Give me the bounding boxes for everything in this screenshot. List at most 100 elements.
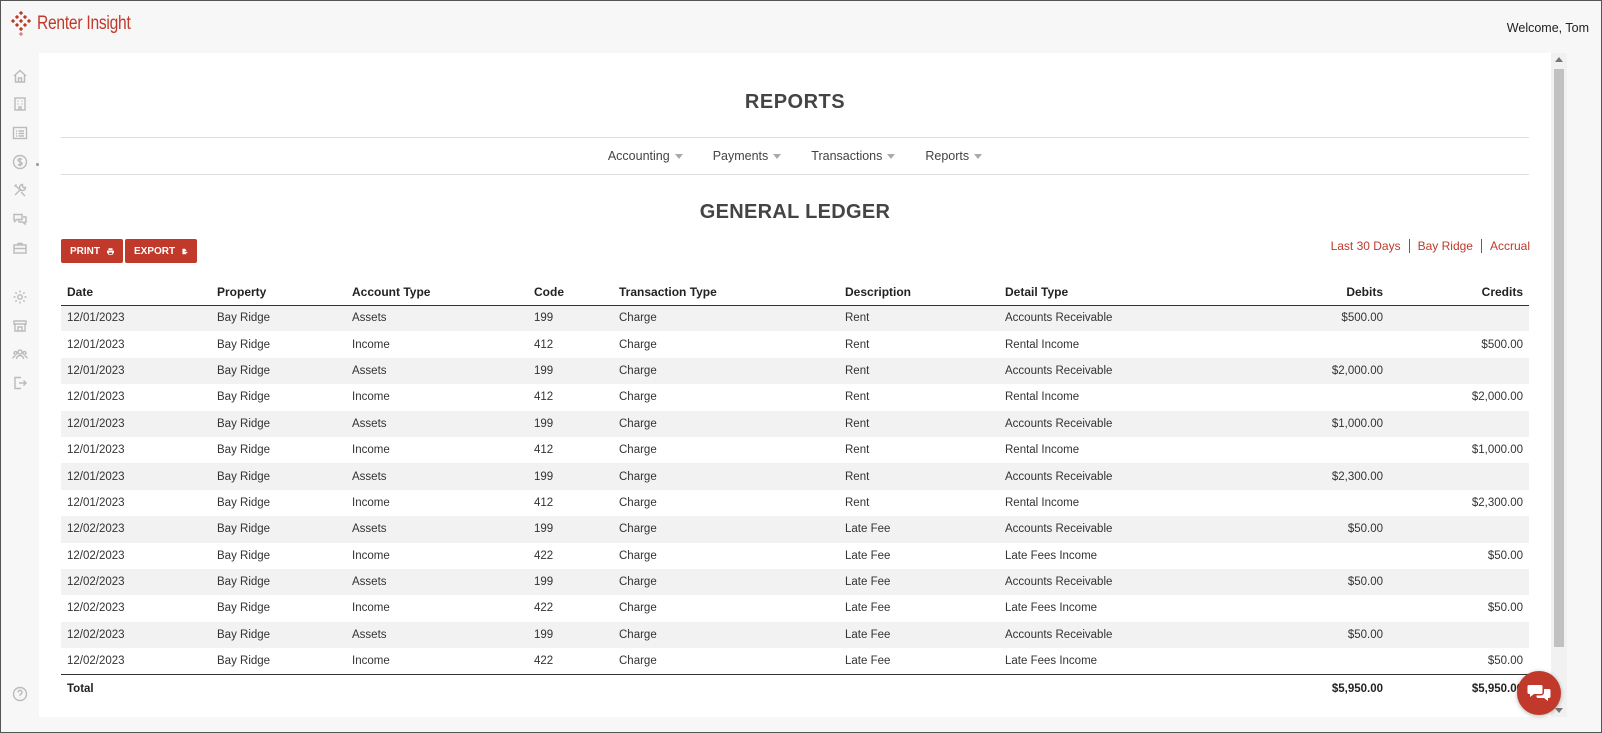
table-row[interactable]: 12/02/2023 Bay Ridge Income 422 Charge Late F… — [61, 648, 1529, 674]
cell-description[interactable]: Rent — [839, 305, 999, 332]
cell-description[interactable]: Rent — [839, 490, 999, 516]
help-icon[interactable] — [11, 685, 29, 703]
users-icon[interactable] — [11, 346, 29, 364]
tools-icon[interactable] — [11, 181, 29, 199]
filter-property[interactable]: Bay Ridge — [1408, 239, 1481, 253]
cell-date: 12/01/2023 — [67, 496, 125, 509]
table-row[interactable]: 12/02/2023 Bay Ridge Assets 199 Charge Late F… — [61, 621, 1529, 649]
cell-transaction-type: Charge — [619, 602, 657, 615]
cell-debits: $50.00 — [1169, 621, 1389, 649]
dollar-icon[interactable] — [11, 153, 29, 171]
scroll-down-arrow-icon[interactable] — [1555, 708, 1563, 713]
column-header-account-type[interactable]: Account Type — [346, 279, 528, 306]
cell-detail-type: Accounts Receivable — [999, 568, 1169, 596]
gear-icon[interactable] — [11, 288, 29, 306]
cell-code: 199 — [528, 305, 613, 332]
column-header-debits[interactable]: Debits — [1169, 279, 1389, 306]
cell-description[interactable]: Rent — [839, 463, 999, 490]
cell-transaction-type: Charge — [613, 463, 839, 490]
table-row[interactable]: 12/01/2023 Bay Ridge Income 412 Charge Rent Re… — [61, 437, 1529, 463]
cell-description[interactable]: Late Fee — [839, 543, 999, 569]
store-icon[interactable] — [11, 317, 29, 335]
cell-detail-type: Late Fees Income — [1005, 549, 1098, 562]
cell-description[interactable]: Rent — [839, 357, 999, 385]
diamond-logo-icon — [10, 11, 32, 37]
cell-credits: $500.00 — [1481, 338, 1523, 351]
logout-icon[interactable] — [11, 374, 29, 392]
list-icon[interactable] — [11, 124, 29, 142]
cell-code: 412 — [534, 444, 554, 457]
brand-logo[interactable]: Renter Insight — [9, 11, 151, 37]
cell-date: 12/01/2023 — [61, 305, 211, 332]
column-header-description[interactable]: Description — [839, 279, 999, 306]
cell-transaction-type: Charge — [613, 568, 839, 596]
cell-code: 412 — [534, 391, 554, 404]
column-header-detail-type[interactable]: Detail Type — [999, 279, 1169, 306]
table-row[interactable]: 12/01/2023 Bay Ridge Assets 199 Charge Rent Ac… — [61, 410, 1529, 437]
cell-date: 12/02/2023 — [67, 655, 125, 668]
cell-description[interactable]: Rent — [839, 437, 999, 463]
column-header-date[interactable]: Date — [61, 279, 211, 306]
table-row[interactable]: 12/01/2023 Bay Ridge Assets 199 Charge Rent Ac… — [61, 305, 1529, 332]
caret-down-icon — [674, 153, 683, 159]
scroll-thumb[interactable] — [1554, 69, 1564, 647]
filter-date-range[interactable]: Last 30 Days — [1331, 239, 1409, 253]
table-row[interactable]: 12/01/2023 Bay Ridge Assets 199 Charge Rent Ac… — [61, 463, 1529, 490]
nav-label: Transactions — [811, 149, 883, 163]
cell-transaction-type: Charge — [613, 621, 839, 649]
building-icon[interactable] — [11, 95, 29, 113]
cell-description[interactable]: Rent — [839, 384, 999, 410]
cell-date: 12/02/2023 — [61, 621, 211, 649]
export-button[interactable]: EXPORT — [125, 239, 197, 263]
chat-icon[interactable] — [11, 210, 29, 228]
live-chat-button[interactable] — [1517, 671, 1561, 715]
cell-description[interactable]: Rent — [839, 331, 999, 357]
cell-date: 12/01/2023 — [61, 410, 211, 437]
cell-debits: $50.00 — [1169, 516, 1389, 543]
scroll-up-arrow-icon[interactable] — [1555, 57, 1563, 62]
filter-accounting-basis[interactable]: Accrual — [1480, 239, 1530, 253]
cell-account-type: Income — [352, 496, 390, 509]
cell-account-type: Assets — [346, 410, 528, 437]
table-row[interactable]: 12/01/2023 Bay Ridge Income 412 Charge Rent Re… — [61, 384, 1529, 410]
nav-reports[interactable]: Reports — [925, 149, 983, 163]
table-row[interactable]: 12/01/2023 Bay Ridge Income 412 Charge Rent Re… — [61, 490, 1529, 516]
nav-label: Payments — [712, 149, 769, 163]
table-row[interactable]: 12/02/2023 Bay Ridge Assets 199 Charge Late F… — [61, 568, 1529, 596]
cell-property: Bay Ridge — [211, 305, 346, 332]
cell-description[interactable]: Rent — [839, 410, 999, 437]
cell-credits: $2,300.00 — [1471, 496, 1523, 509]
print-button[interactable]: PRINT — [61, 239, 123, 263]
cell-account-type: Income — [352, 444, 390, 457]
cell-description[interactable]: Late Fee — [839, 648, 999, 674]
cell-code: 199 — [528, 463, 613, 490]
nav-label: Accounting — [607, 149, 670, 163]
column-header-property[interactable]: Property — [211, 279, 346, 306]
vertical-scrollbar[interactable] — [1551, 53, 1567, 717]
cell-description[interactable]: Late Fee — [839, 595, 999, 621]
cell-property: Bay Ridge — [211, 357, 346, 385]
nav-transactions[interactable]: Transactions — [811, 149, 896, 163]
nav-accounting[interactable]: Accounting — [608, 149, 683, 163]
cell-date: 12/02/2023 — [67, 602, 125, 615]
export-label: EXPORT — [134, 245, 176, 257]
cell-debits: $1,000.00 — [1169, 410, 1389, 437]
briefcase-icon[interactable] — [11, 239, 29, 257]
table-row[interactable]: 12/01/2023 Bay Ridge Income 412 Charge Rent Re… — [61, 331, 1529, 357]
column-header-credits[interactable]: Credits — [1389, 279, 1529, 306]
nav-payments[interactable]: Payments — [713, 149, 782, 163]
cell-description[interactable]: Late Fee — [839, 568, 999, 596]
cell-description[interactable]: Late Fee — [839, 621, 999, 649]
table-row[interactable]: 12/01/2023 Bay Ridge Assets 199 Charge Rent Ac… — [61, 357, 1529, 385]
report-title: GENERAL LEDGER — [699, 201, 891, 223]
column-header-code[interactable]: Code — [528, 279, 613, 306]
total-label: Total — [61, 673, 211, 703]
table-row[interactable]: 12/02/2023 Bay Ridge Income 422 Charge Late F… — [61, 595, 1529, 621]
column-header-transaction-type[interactable]: Transaction Type — [613, 279, 839, 306]
table-row[interactable]: 12/02/2023 Bay Ridge Income 422 Charge Late F… — [61, 543, 1529, 569]
cell-description[interactable]: Late Fee — [839, 516, 999, 543]
home-icon[interactable] — [11, 67, 29, 85]
cell-debits — [1169, 384, 1389, 410]
cell-date: 12/01/2023 — [67, 338, 125, 351]
table-row[interactable]: 12/02/2023 Bay Ridge Assets 199 Charge Late F… — [61, 516, 1529, 543]
